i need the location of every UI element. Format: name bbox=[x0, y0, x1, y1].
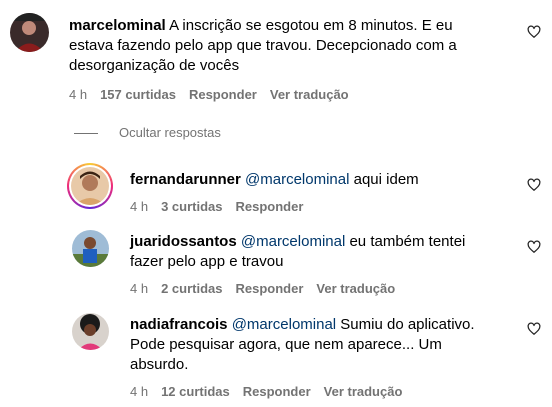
heart-outline-icon[interactable] bbox=[527, 25, 541, 39]
reply-meta: 4 h 3 curtidas Responder bbox=[130, 199, 316, 215]
reply-text-line: Sumiu do aplicativo. bbox=[336, 316, 475, 333]
reply-likes[interactable]: 2 curtidas bbox=[161, 281, 222, 297]
translate-button[interactable]: Ver tradução bbox=[270, 87, 349, 103]
comment-meta: 4 h 157 curtidas Responder Ver tradução bbox=[69, 87, 362, 103]
comment-text-line: A inscrição se esgotou em 8 minutos. E e… bbox=[169, 17, 453, 34]
hide-replies-line bbox=[74, 133, 98, 134]
reply-meta: 4 h 12 curtidas Responder Ver tradução bbox=[130, 384, 415, 400]
reply-text: fernandarunner @marcelominal aqui idem bbox=[130, 170, 520, 190]
reply-time[interactable]: 4 h bbox=[130, 199, 148, 215]
reply-button[interactable]: Responder bbox=[243, 384, 311, 400]
reply-time[interactable]: 4 h bbox=[130, 281, 148, 297]
reply-button[interactable]: Responder bbox=[189, 87, 257, 103]
reply-meta: 4 h 2 curtidas Responder Ver tradução bbox=[130, 281, 408, 297]
comment-text-line: desorganização de vocês bbox=[69, 57, 240, 74]
avatar[interactable] bbox=[10, 13, 49, 52]
comment-time[interactable]: 4 h bbox=[69, 87, 87, 103]
reply-username[interactable]: juaridossantos bbox=[130, 233, 237, 250]
comment-text-line: estava fazendo pelo app que travou. Dece… bbox=[69, 37, 457, 54]
hide-replies-button[interactable]: Ocultar respostas bbox=[119, 125, 221, 141]
reply-text-line: eu também tentei bbox=[345, 233, 466, 250]
avatar[interactable] bbox=[72, 230, 109, 267]
story-ring[interactable] bbox=[67, 163, 113, 209]
reply-text-line: absurdo. bbox=[130, 356, 189, 373]
heart-outline-icon[interactable] bbox=[527, 322, 541, 336]
reply-button[interactable]: Responder bbox=[236, 199, 304, 215]
reply-text-line: aqui idem bbox=[349, 171, 419, 188]
heart-outline-icon[interactable] bbox=[527, 178, 541, 192]
avatar-image bbox=[71, 167, 109, 205]
comment-likes[interactable]: 157 curtidas bbox=[100, 87, 176, 103]
comment-text: marcelominal A inscrição se esgotou em 8… bbox=[69, 16, 539, 76]
heart-outline-icon[interactable] bbox=[527, 240, 541, 254]
reply-text: juaridossantos @marcelominal eu também t… bbox=[130, 232, 520, 272]
mention-link[interactable]: @marcelominal bbox=[232, 316, 336, 333]
translate-button[interactable]: Ver tradução bbox=[324, 384, 403, 400]
avatar-image bbox=[72, 230, 109, 267]
translate-button[interactable]: Ver tradução bbox=[316, 281, 395, 297]
avatar-image bbox=[72, 313, 109, 350]
reply-text: nadiafrancois @marcelominal Sumiu do apl… bbox=[130, 315, 520, 375]
mention-link[interactable]: @marcelominal bbox=[245, 171, 349, 188]
reply-username[interactable]: fernandarunner bbox=[130, 171, 241, 188]
avatar bbox=[71, 167, 109, 205]
reply-likes[interactable]: 3 curtidas bbox=[161, 199, 222, 215]
reply-time[interactable]: 4 h bbox=[130, 384, 148, 400]
reply-username[interactable]: nadiafrancois bbox=[130, 316, 228, 333]
reply-text-line: Pode pesquisar agora, que nem aparece...… bbox=[130, 336, 442, 353]
reply-text-line: fazer pelo app e travou bbox=[130, 253, 284, 270]
avatar-image bbox=[10, 13, 49, 52]
reply-button[interactable]: Responder bbox=[236, 281, 304, 297]
reply-likes[interactable]: 12 curtidas bbox=[161, 384, 230, 400]
comment-username[interactable]: marcelominal bbox=[69, 17, 166, 34]
avatar[interactable] bbox=[72, 313, 109, 350]
mention-link[interactable]: @marcelominal bbox=[241, 233, 345, 250]
